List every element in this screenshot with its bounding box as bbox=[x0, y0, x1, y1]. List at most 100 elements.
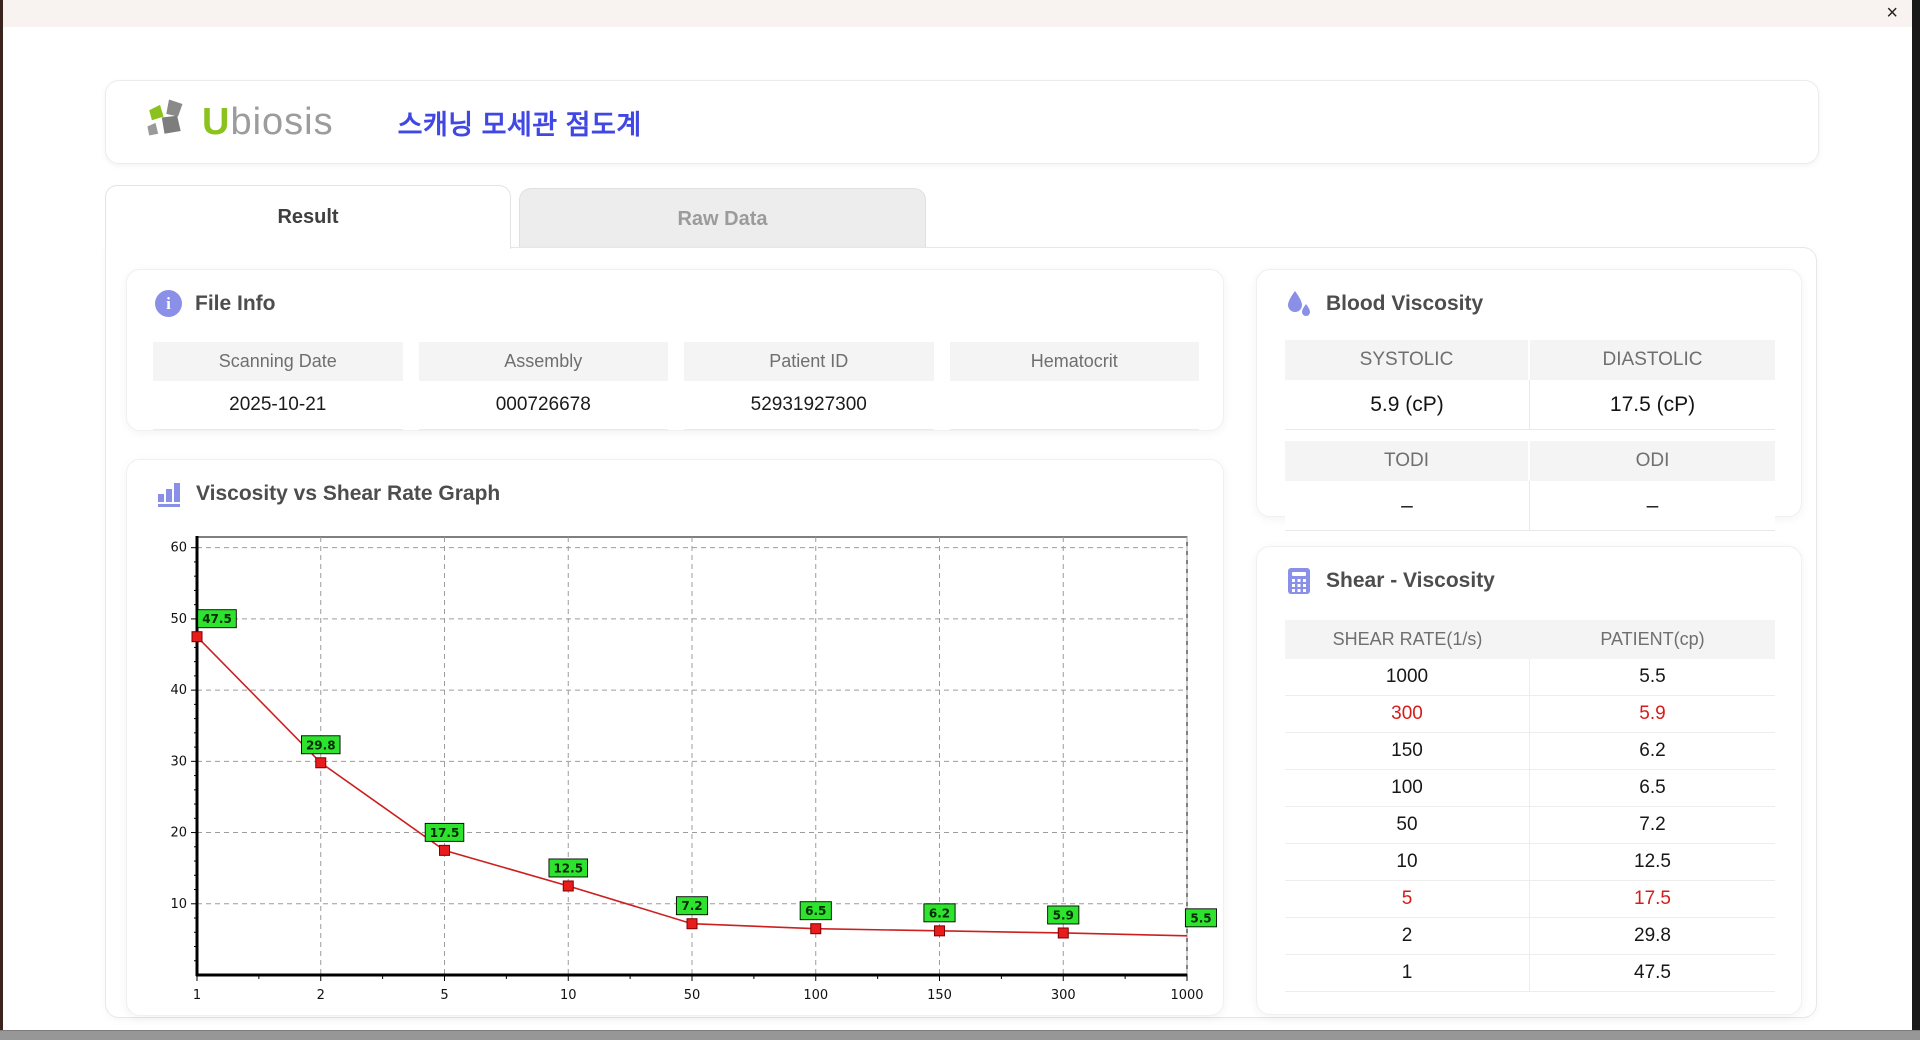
file-field-label: Assembly bbox=[419, 342, 669, 381]
bv-header-cell: SYSTOLIC bbox=[1285, 340, 1530, 380]
sv-rate-cell: 150 bbox=[1285, 733, 1530, 770]
sv-data-row: 1012.5 bbox=[1285, 844, 1775, 881]
svg-text:20: 20 bbox=[170, 826, 187, 841]
file-field-value: 000726678 bbox=[419, 381, 669, 430]
blood-viscosity-header: Blood Viscosity bbox=[1285, 290, 1801, 318]
sv-patient-cell: 17.5 bbox=[1530, 881, 1775, 918]
sv-patient-cell: 12.5 bbox=[1530, 844, 1775, 881]
graph-header: Viscosity vs Shear Rate Graph bbox=[155, 480, 1223, 508]
sv-header-row: SHEAR RATE(1/s)PATIENT(cp) bbox=[1285, 620, 1775, 659]
svg-text:40: 40 bbox=[170, 683, 187, 698]
file-field-label: Hematocrit bbox=[950, 342, 1200, 381]
sv-patient-cell: 6.5 bbox=[1530, 770, 1775, 807]
sv-patient-cell: 5.5 bbox=[1530, 659, 1775, 696]
tab-raw-data[interactable]: Raw Data bbox=[519, 188, 926, 248]
page-title: 스캐닝 모세관 점도계 bbox=[398, 103, 642, 142]
file-field-value bbox=[950, 381, 1200, 430]
svg-text:100: 100 bbox=[803, 988, 828, 1003]
file-field: Hematocrit bbox=[950, 342, 1200, 430]
svg-text:150: 150 bbox=[927, 988, 952, 1003]
svg-text:60: 60 bbox=[170, 541, 187, 556]
window-edge-bottom bbox=[0, 1030, 1920, 1040]
file-info-title: File Info bbox=[195, 292, 276, 316]
svg-text:17.5: 17.5 bbox=[430, 826, 460, 840]
file-info-fields: Scanning Date2025-10-21Assembly000726678… bbox=[153, 342, 1199, 430]
bv-value-cell: 5.9 (cP) bbox=[1285, 380, 1530, 430]
svg-text:6.5: 6.5 bbox=[805, 904, 826, 918]
sv-rate-cell: 1000 bbox=[1285, 659, 1530, 696]
ubiosis-logo: Ubiosis bbox=[142, 95, 334, 149]
svg-text:10: 10 bbox=[560, 988, 577, 1003]
info-icon: i bbox=[155, 290, 182, 317]
water-drops-icon bbox=[1285, 290, 1313, 318]
svg-text:47.5: 47.5 bbox=[202, 612, 232, 626]
tab-result[interactable]: Result bbox=[105, 185, 511, 249]
svg-text:5.5: 5.5 bbox=[1190, 911, 1211, 925]
blood-viscosity-table: SYSTOLICDIASTOLIC5.9 (cP)17.5 (cP) TODIOD… bbox=[1285, 340, 1775, 542]
bar-chart-icon bbox=[155, 480, 183, 508]
svg-text:5.9: 5.9 bbox=[1053, 908, 1074, 922]
sv-patient-cell: 47.5 bbox=[1530, 955, 1775, 992]
svg-text:10: 10 bbox=[170, 897, 187, 912]
sv-rate-cell: 1 bbox=[1285, 955, 1530, 992]
sv-data-row: 229.8 bbox=[1285, 918, 1775, 955]
sv-rate-cell: 10 bbox=[1285, 844, 1530, 881]
sv-rate-cell: 5 bbox=[1285, 881, 1530, 918]
close-icon[interactable]: × bbox=[1886, 3, 1898, 23]
sv-patient-cell: 6.2 bbox=[1530, 733, 1775, 770]
file-field-label: Scanning Date bbox=[153, 342, 403, 381]
file-info-card: i File Info Scanning Date2025-10-21Assem… bbox=[126, 269, 1224, 431]
svg-text:1: 1 bbox=[193, 988, 201, 1003]
svg-text:6.2: 6.2 bbox=[929, 906, 950, 920]
logo-leaf-icon bbox=[142, 95, 196, 149]
sv-patient-cell: 5.9 bbox=[1530, 696, 1775, 733]
svg-text:7.2: 7.2 bbox=[681, 899, 702, 913]
header-card: Ubiosis 스캐닝 모세관 점도계 bbox=[105, 80, 1819, 164]
sv-data-row: 1506.2 bbox=[1285, 733, 1775, 770]
bv-header-row: SYSTOLICDIASTOLIC bbox=[1285, 340, 1775, 380]
svg-text:29.8: 29.8 bbox=[306, 738, 336, 752]
sv-data-row: 147.5 bbox=[1285, 955, 1775, 992]
calculator-icon bbox=[1285, 567, 1313, 595]
sv-rate-cell: 100 bbox=[1285, 770, 1530, 807]
window-edge-right bbox=[1912, 0, 1920, 1040]
sv-data-row: 1006.5 bbox=[1285, 770, 1775, 807]
svg-text:300: 300 bbox=[1051, 988, 1076, 1003]
sv-data-row: 507.2 bbox=[1285, 807, 1775, 844]
sv-header-cell: SHEAR RATE(1/s) bbox=[1285, 620, 1530, 659]
sv-rate-cell: 300 bbox=[1285, 696, 1530, 733]
file-field: Patient ID52931927300 bbox=[684, 342, 934, 430]
svg-text:12.5: 12.5 bbox=[553, 861, 583, 875]
sv-header-cell: PATIENT(cp) bbox=[1530, 620, 1775, 659]
shear-viscosity-header: Shear - Viscosity bbox=[1285, 567, 1801, 595]
blood-viscosity-block: TODIODI–– bbox=[1285, 441, 1775, 531]
shear-viscosity-title: Shear - Viscosity bbox=[1326, 569, 1495, 593]
content-panel: i File Info Scanning Date2025-10-21Assem… bbox=[105, 247, 1817, 1018]
graph-title: Viscosity vs Shear Rate Graph bbox=[196, 482, 500, 506]
sv-rate-cell: 2 bbox=[1285, 918, 1530, 955]
file-info-header: i File Info bbox=[155, 290, 1223, 317]
viscosity-chart-svg: 1020304050601251050100150300100047.529.8… bbox=[135, 520, 1217, 1008]
file-field-value: 2025-10-21 bbox=[153, 381, 403, 430]
file-field: Scanning Date2025-10-21 bbox=[153, 342, 403, 430]
blood-viscosity-card: Blood Viscosity SYSTOLICDIASTOLIC5.9 (cP… bbox=[1256, 269, 1802, 517]
svg-text:30: 30 bbox=[170, 754, 187, 769]
bv-value-cell: – bbox=[1285, 481, 1530, 531]
shear-viscosity-card: Shear - Viscosity SHEAR RATE(1/s)PATIENT… bbox=[1256, 546, 1802, 1015]
blood-viscosity-title: Blood Viscosity bbox=[1326, 292, 1483, 316]
bv-value-row: 5.9 (cP)17.5 (cP) bbox=[1285, 380, 1775, 430]
bv-header-cell: DIASTOLIC bbox=[1530, 340, 1775, 380]
bv-value-row: –– bbox=[1285, 481, 1775, 531]
file-field: Assembly000726678 bbox=[419, 342, 669, 430]
bv-header-cell: ODI bbox=[1530, 441, 1775, 481]
window-edge-left bbox=[0, 0, 3, 1033]
logo-text: Ubiosis bbox=[202, 101, 334, 144]
bv-value-cell: 17.5 (cP) bbox=[1530, 380, 1775, 430]
viscosity-chart: 1020304050601251050100150300100047.529.8… bbox=[135, 520, 1217, 1013]
svg-text:50: 50 bbox=[684, 988, 701, 1003]
svg-text:1000: 1000 bbox=[1170, 988, 1203, 1003]
svg-text:50: 50 bbox=[170, 612, 187, 627]
bv-value-cell: – bbox=[1530, 481, 1775, 531]
svg-text:5: 5 bbox=[440, 988, 448, 1003]
bv-header-row: TODIODI bbox=[1285, 441, 1775, 481]
